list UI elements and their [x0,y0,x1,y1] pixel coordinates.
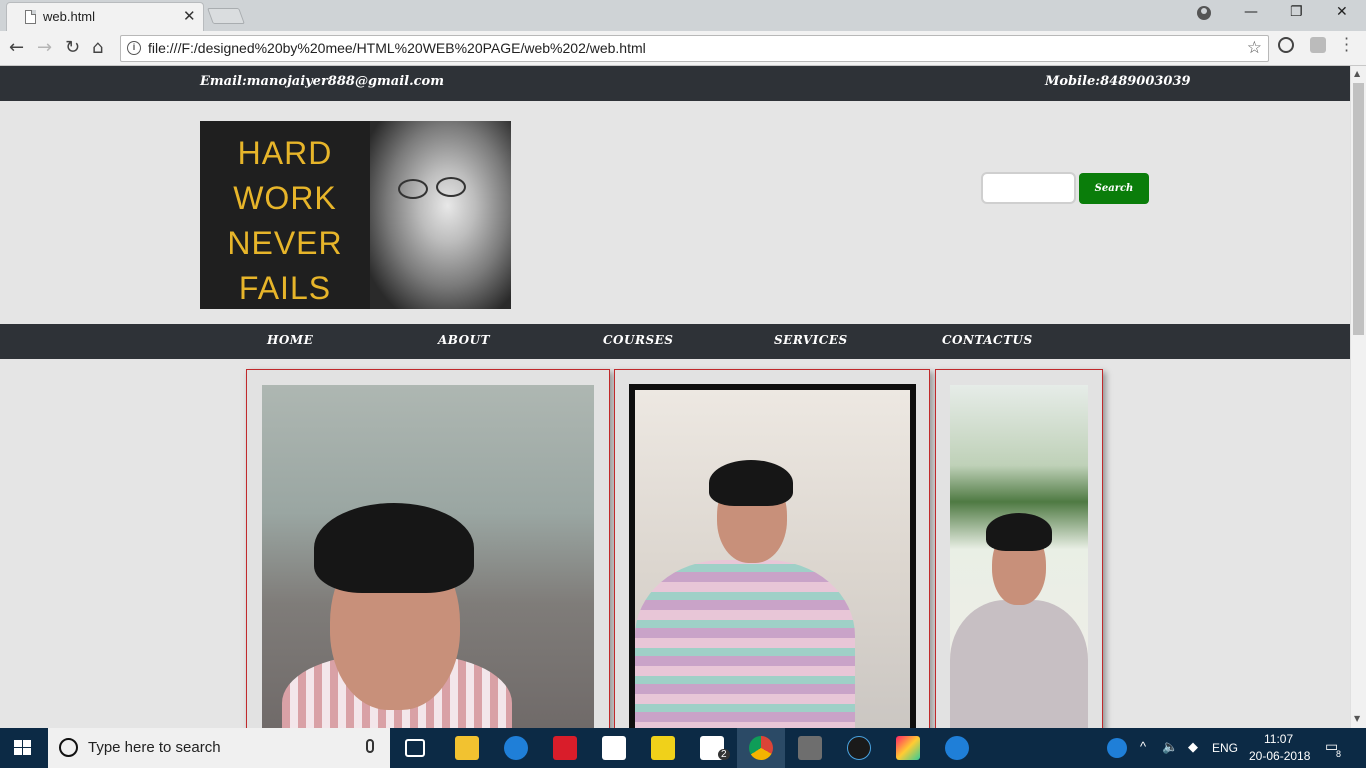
person-hair [314,503,474,593]
url-text[interactable]: file:///F:/designed%20by%20mee/HTML%20WE… [148,40,646,56]
contact-email: Email:manojaiyer888@gmail.com [200,74,444,89]
file-explorer-icon[interactable] [455,736,479,760]
browser-menu-icon[interactable]: · · · [1344,31,1349,59]
scroll-down-icon[interactable]: ▼ [1354,714,1360,723]
web-page: Email:manojaiyer888@gmail.com Mobile:848… [0,66,1350,728]
minimize-button[interactable]: — [1244,4,1258,20]
zoom-extension-icon[interactable] [1310,37,1326,53]
scroll-up-icon[interactable]: ▲ [1354,69,1360,78]
page-scrollbar[interactable]: ▲ ▼ [1350,66,1366,728]
portrait-image [370,121,511,309]
tray-expand-icon[interactable]: ^ [1140,739,1146,754]
windows-taskbar: Type here to search 2 ^ 🔈 ◆ ENG 11:07 20… [0,728,1366,768]
volume-icon[interactable]: 🔈 [1162,739,1178,755]
address-bar[interactable]: i file:///F:/designed%20by%20mee/HTML%20… [120,35,1269,62]
photo-card-1 [246,369,610,728]
nav-services[interactable]: SERVICES [774,333,848,347]
forward-arrow-icon[interactable]: → [37,37,52,58]
person-shirt [635,560,855,728]
taskbar-search-placeholder[interactable]: Type here to search [88,739,221,756]
task-view-icon[interactable] [405,739,425,757]
new-tab-button[interactable] [207,8,245,24]
flipkart-icon[interactable] [651,736,675,760]
person-hair [986,513,1052,551]
logo-line-3: NEVER [227,225,343,261]
person-shirt [950,600,1088,728]
store-icon[interactable] [798,736,822,760]
help-icon[interactable] [1107,738,1127,758]
language-indicator[interactable]: ENG [1212,741,1238,755]
profile-icon[interactable] [1197,6,1211,20]
restore-button[interactable]: ❐ [1290,4,1303,20]
microphone-icon[interactable] [366,739,374,753]
photo-1 [262,385,594,728]
logo-line-2: WORK [233,180,337,216]
windows-start-icon[interactable] [14,740,32,756]
browser-tab-strip: web.html ✕ — ❐ ✕ [0,0,1366,31]
amazon-icon[interactable] [602,736,626,760]
cortana-icon [59,738,78,757]
extension-icon[interactable] [1278,37,1294,53]
media-player-icon[interactable] [847,736,871,760]
search-button[interactable]: Search [1079,173,1149,204]
info-icon[interactable]: i [127,41,141,55]
logo-banner: HARD WORK NEVER FAILS [200,121,511,309]
scroll-thumb[interactable] [1353,83,1364,335]
reload-icon[interactable]: ↻ [65,37,80,58]
game-icon[interactable] [896,736,920,760]
person-hair [709,460,793,506]
nav-contactus[interactable]: CONTACTUS [942,333,1033,347]
photo-3 [950,385,1088,728]
download-manager-icon[interactable] [553,736,577,760]
search-input[interactable] [981,172,1076,204]
browser-toolbar: ← → ↻ ⌂ i file:///F:/designed%20by%20mee… [0,31,1366,66]
browser-tab[interactable]: web.html ✕ [6,2,204,31]
close-window-button[interactable]: ✕ [1336,4,1348,20]
home-icon[interactable]: ⌂ [92,37,103,58]
edge-icon[interactable] [945,736,969,760]
mail-badge: 2 [718,749,730,760]
contact-mobile: Mobile:8489003039 [1045,74,1191,89]
bookmark-star-icon[interactable]: ☆ [1247,38,1262,58]
nav-about[interactable]: ABOUT [438,333,490,347]
nav-courses[interactable]: COURSES [603,333,673,347]
photo-2 [629,384,916,728]
taskbar-search-box[interactable]: Type here to search [48,728,390,768]
clock-date[interactable]: 20-06-2018 [1249,749,1310,763]
photo-card-3 [935,369,1103,728]
logo-line-1: HARD [237,135,333,171]
chrome-icon[interactable] [749,736,773,760]
file-icon [25,10,36,24]
nav-home[interactable]: HOME [267,333,313,347]
tab-title: web.html [43,9,96,24]
tab-close-icon[interactable]: ✕ [183,7,196,25]
internet-explorer-icon[interactable] [504,736,528,760]
dropbox-icon[interactable]: ◆ [1188,739,1198,755]
contact-bar: Email:manojaiyer888@gmail.com Mobile:848… [0,66,1350,101]
photo-card-2 [614,369,930,728]
main-nav: HOME ABOUT COURSES SERVICES CONTACTUS [0,324,1350,359]
logo-line-4: FAILS [238,270,332,306]
notification-count: 8 [1336,749,1342,759]
clock-time[interactable]: 11:07 [1264,732,1293,746]
back-arrow-icon[interactable]: ← [9,37,24,58]
